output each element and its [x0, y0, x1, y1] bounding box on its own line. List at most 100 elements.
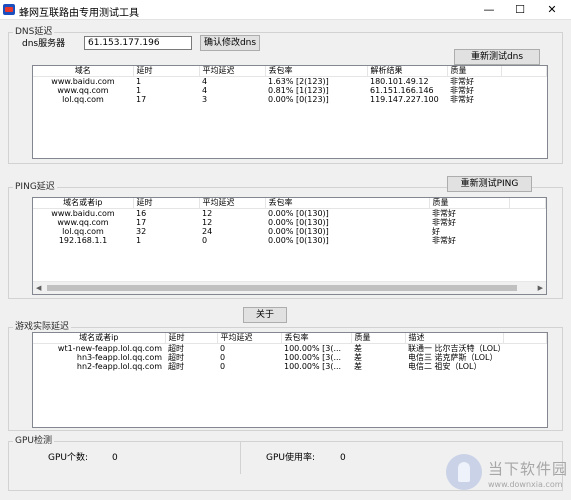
ping-result-list[interactable]: 域名或者ip 延时 平均延迟 丢包率 质量 www.baidu.com 16 1…	[32, 197, 547, 295]
dns-group: DNS延迟 dns服务器 61.153.177.196 确认修改dns 重新测试…	[8, 26, 563, 164]
retest-dns-button[interactable]: 重新测试dns	[454, 49, 540, 65]
ping-cell-host: 192.168.1.1	[58, 236, 108, 245]
game-cell-loss: 100.00% [3(...	[284, 353, 342, 362]
table-row[interactable]: www.baidu.com 16 12 0.00% [0(130)] 非常好	[33, 209, 546, 219]
game-col-host[interactable]: 域名或者ip	[33, 333, 166, 344]
dns-cell-quality: 非常好	[450, 77, 474, 86]
game-cell-latency: 超时	[168, 344, 184, 353]
ping-cell-latency: 1	[136, 236, 142, 245]
dns-col-avg-latency[interactable]: 平均延迟	[199, 66, 266, 77]
game-cell-latency: 超时	[168, 362, 184, 371]
game-cell-avg: 0	[220, 344, 226, 353]
confirm-dns-button[interactable]: 确认修改dns	[200, 35, 260, 51]
ping-col-host[interactable]: 域名或者ip	[33, 198, 134, 209]
gpu-usage-value: 0	[340, 453, 346, 463]
ping-cell-quality: 非常好	[432, 236, 456, 245]
ping-cell-quality: 好	[432, 227, 440, 236]
ping-cell-host: www.baidu.com	[51, 209, 115, 218]
ping-cell-loss: 0.00% [0(130)]	[268, 236, 329, 245]
ping-cell-host: www.qq.com	[57, 218, 109, 227]
dns-col-loss[interactable]: 丢包率	[265, 66, 368, 77]
scroll-left-icon[interactable]: ◀	[36, 284, 41, 292]
ping-cell-host: lol.qq.com	[62, 227, 104, 236]
ping-cell-latency: 32	[136, 227, 147, 236]
ping-cell-loss: 0.00% [0(130)]	[268, 227, 329, 236]
game-cell-description: 电信二 祖安（LOL）	[408, 362, 482, 371]
gpu-usage-label: GPU使用率:	[266, 453, 316, 463]
table-row[interactable]: www.baidu.com 1 4 1.63% [2(123)] 180.101…	[33, 77, 547, 87]
table-row[interactable]: wt1-new-feapp.lol.qq.com 超时 0 100.00% [3…	[33, 344, 547, 354]
game-group: 游戏实际延迟 域名或者ip 延时 平均延迟 丢包率 质量 描述 wt1-new-…	[8, 321, 563, 431]
ping-cell-avg: 12	[202, 218, 213, 227]
game-cell-loss: 100.00% [3(...	[284, 344, 342, 353]
retest-ping-button[interactable]: 重新测试PING	[447, 176, 532, 192]
dns-cell-latency: 1	[136, 86, 142, 95]
dns-cell-latency: 1	[136, 77, 142, 86]
ping-cell-loss: 0.00% [0(130)]	[268, 209, 329, 218]
game-col-latency[interactable]: 延时	[165, 333, 218, 344]
dns-cell-loss: 0.00% [0(123)]	[268, 95, 329, 104]
dns-group-title: DNS延迟	[13, 26, 55, 38]
ping-cell-loss: 0.00% [0(130)]	[268, 218, 329, 227]
dns-col-filler	[501, 66, 547, 77]
dns-header-row: 域名 延时 平均延迟 丢包率 解析结果 质量	[33, 66, 547, 77]
table-row[interactable]: hn2-feapp.lol.qq.com 超时 0 100.00% [3(...…	[33, 362, 547, 371]
game-cell-loss: 100.00% [3(...	[284, 362, 342, 371]
game-col-loss[interactable]: 丢包率	[281, 333, 352, 344]
gpu-count-label: GPU个数:	[48, 453, 89, 463]
game-cell-avg: 0	[220, 353, 226, 362]
ping-horizontal-scrollbar[interactable]: ◀ ▶	[33, 281, 546, 294]
app-icon	[3, 4, 15, 15]
game-cell-quality: 差	[354, 344, 362, 353]
dns-cell-loss: 0.81% [1(123)]	[268, 86, 329, 95]
ping-cell-quality: 非常好	[432, 218, 456, 227]
table-row[interactable]: 192.168.1.1 1 0 0.00% [0(130)] 非常好	[33, 236, 546, 245]
ping-cell-avg: 24	[202, 227, 213, 236]
dns-col-latency[interactable]: 延时	[133, 66, 200, 77]
game-cell-description: 电信三 诺克萨斯（LOL）	[408, 353, 498, 362]
dns-col-domain[interactable]: 域名	[33, 66, 134, 77]
ping-group: PING延迟 重新测试PING 域名或者ip 延时 平均延迟 丢包率 质量 ww…	[8, 176, 563, 299]
dns-cell-resolve: 61.151.166.146	[370, 86, 434, 95]
dns-server-input[interactable]: 61.153.177.196	[84, 36, 192, 50]
minimize-icon[interactable]: —	[474, 0, 504, 20]
table-row[interactable]: www.qq.com 17 12 0.00% [0(130)] 非常好	[33, 218, 546, 227]
game-col-avg-latency[interactable]: 平均延迟	[217, 333, 282, 344]
maximize-icon[interactable]: ☐	[505, 0, 535, 20]
game-col-description[interactable]: 描述	[405, 333, 504, 344]
game-cell-description: 联通一 比尔吉沃特（LOL）	[408, 344, 503, 353]
scroll-right-icon[interactable]: ▶	[538, 284, 543, 292]
game-col-quality[interactable]: 质量	[351, 333, 406, 344]
dns-result-list[interactable]: 域名 延时 平均延迟 丢包率 解析结果 质量 www.baidu.com 1 4…	[32, 65, 548, 159]
gpu-group-title: GPU检测	[13, 435, 54, 447]
dns-cell-avg: 3	[202, 95, 208, 104]
watermark-text: 当下软件园	[488, 460, 569, 478]
gpu-count-value: 0	[112, 453, 118, 463]
ping-cell-quality: 非常好	[432, 209, 456, 218]
scrollbar-thumb[interactable]	[47, 285, 517, 291]
about-button[interactable]: 关于	[243, 307, 287, 323]
dns-cell-domain: www.qq.com	[57, 86, 109, 95]
game-result-list[interactable]: 域名或者ip 延时 平均延迟 丢包率 质量 描述 wt1-new-feapp.l…	[32, 332, 548, 428]
ping-cell-latency: 16	[136, 209, 147, 218]
game-header-row: 域名或者ip 延时 平均延迟 丢包率 质量 描述	[33, 333, 547, 344]
dns-cell-quality: 非常好	[450, 86, 474, 95]
table-row[interactable]: hn3-feapp.lol.qq.com 超时 0 100.00% [3(...…	[33, 353, 547, 362]
game-cell-avg: 0	[220, 362, 226, 371]
dns-cell-loss: 1.63% [2(123)]	[268, 77, 329, 86]
ping-col-quality[interactable]: 质量	[429, 198, 510, 209]
game-cell-latency: 超时	[168, 353, 184, 362]
ping-header-row: 域名或者ip 延时 平均延迟 丢包率 质量	[33, 198, 546, 209]
dns-col-quality[interactable]: 质量	[447, 66, 502, 77]
dns-cell-domain: www.baidu.com	[51, 77, 115, 86]
dns-col-resolve[interactable]: 解析结果	[367, 66, 448, 77]
close-icon[interactable]: ✕	[537, 0, 567, 20]
ping-col-latency[interactable]: 延时	[133, 198, 200, 209]
table-row[interactable]: lol.qq.com 32 24 0.00% [0(130)] 好	[33, 227, 546, 236]
ping-col-loss[interactable]: 丢包率	[265, 198, 430, 209]
ping-col-avg-latency[interactable]: 平均延迟	[199, 198, 266, 209]
table-row[interactable]: lol.qq.com 17 3 0.00% [0(123)] 119.147.2…	[33, 95, 547, 104]
watermark-url: www.downxia.com	[488, 480, 563, 489]
dns-cell-resolve: 119.147.227.100	[370, 95, 439, 104]
table-row[interactable]: www.qq.com 1 4 0.81% [1(123)] 61.151.166…	[33, 86, 547, 95]
